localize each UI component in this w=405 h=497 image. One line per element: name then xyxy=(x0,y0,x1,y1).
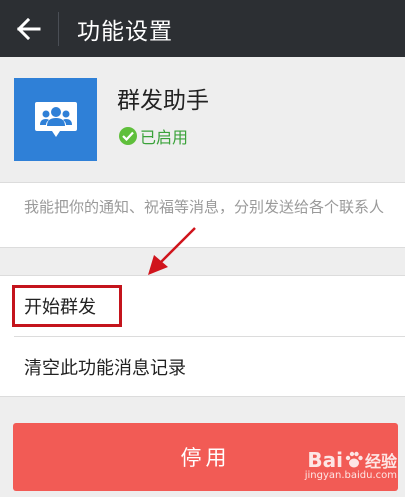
app-name: 群发助手 xyxy=(117,88,209,114)
group-chat-icon xyxy=(34,101,77,137)
description-text: 我能把你的通知、祝福等消息，分别发送给各个联系人 xyxy=(24,198,385,216)
start-mass-send-item[interactable]: 开始群发 xyxy=(0,276,405,336)
back-button[interactable] xyxy=(0,0,58,57)
check-circle-icon xyxy=(119,127,137,145)
arrow-left-icon xyxy=(17,17,41,40)
description-box: 我能把你的通知、祝福等消息，分别发送给各个联系人 xyxy=(0,182,405,248)
topbar-divider xyxy=(58,11,59,46)
status-badge: 已启用 xyxy=(119,124,188,148)
menu-item-label: 清空此功能消息记录 xyxy=(24,358,186,379)
app-header: 群发助手 已启用 xyxy=(0,57,405,182)
disable-button[interactable]: 停用 xyxy=(13,423,398,491)
page-title: 功能设置 xyxy=(77,18,173,45)
disable-button-label: 停用 xyxy=(180,446,231,470)
status-label: 已启用 xyxy=(140,128,189,147)
menu-item-label: 开始群发 xyxy=(24,297,96,318)
top-bar: 功能设置 xyxy=(0,0,405,57)
menu-list: 开始群发 清空此功能消息记录 xyxy=(0,275,405,397)
app-icon xyxy=(14,78,97,161)
clear-history-item[interactable]: 清空此功能消息记录 xyxy=(0,337,405,397)
